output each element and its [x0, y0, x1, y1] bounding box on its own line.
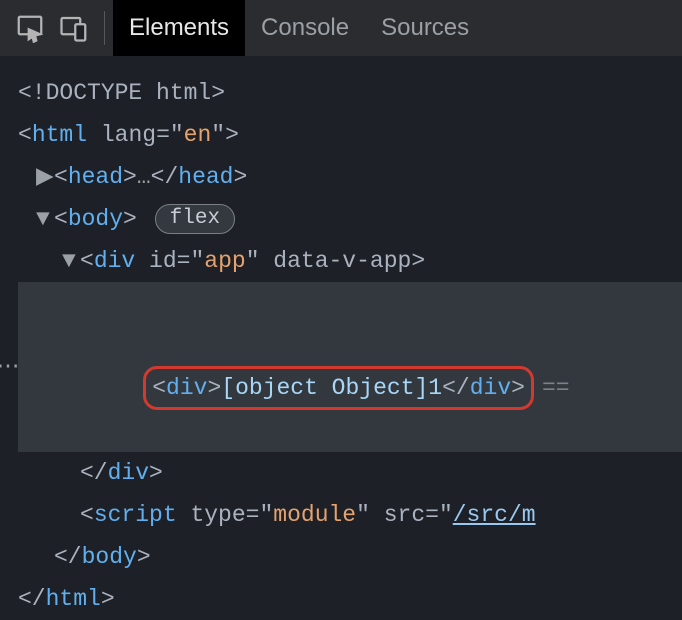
- dom-div-app-close[interactable]: </div>: [18, 452, 682, 494]
- tab-console[interactable]: Console: [245, 0, 365, 56]
- flex-badge[interactable]: flex: [155, 204, 235, 234]
- tab-strip: Elements Console Sources: [113, 0, 485, 56]
- expand-arrow-icon[interactable]: ▶: [36, 156, 54, 198]
- dom-html-open[interactable]: <html lang="en">: [18, 114, 682, 156]
- inspect-icon[interactable]: [8, 6, 52, 50]
- device-toggle-icon[interactable]: [52, 6, 96, 50]
- dom-tree[interactable]: <!DOCTYPE html> <html lang="en"> ▶<head>…: [0, 56, 682, 620]
- tab-elements[interactable]: Elements: [113, 0, 245, 56]
- collapse-arrow-icon[interactable]: ▼: [36, 198, 54, 240]
- toolbar-divider: [104, 11, 105, 45]
- highlight-box: <div>[object Object]1</div>: [143, 366, 534, 410]
- selector-hint: ==: [542, 375, 570, 401]
- dom-selected-row[interactable]: ⋯ <div>[object Object]1</div>==: [18, 282, 682, 452]
- tab-sources[interactable]: Sources: [365, 0, 485, 56]
- dom-head[interactable]: ▶<head>…</head>: [18, 156, 682, 198]
- dom-div-app-open[interactable]: ▼<div id="app" data-v-app>: [18, 240, 682, 282]
- devtools-toolbar: Elements Console Sources: [0, 0, 682, 56]
- dom-html-close[interactable]: </html>: [18, 578, 682, 620]
- dom-doctype[interactable]: <!DOCTYPE html>: [18, 72, 682, 114]
- collapse-arrow-icon[interactable]: ▼: [62, 240, 80, 282]
- dom-body-close[interactable]: </body>: [18, 536, 682, 578]
- gutter-ellipsis-icon: ⋯: [0, 282, 18, 452]
- dom-script[interactable]: <script type="module" src="/src/m: [18, 494, 682, 536]
- dom-body-open[interactable]: ▼<body> flex: [18, 198, 682, 240]
